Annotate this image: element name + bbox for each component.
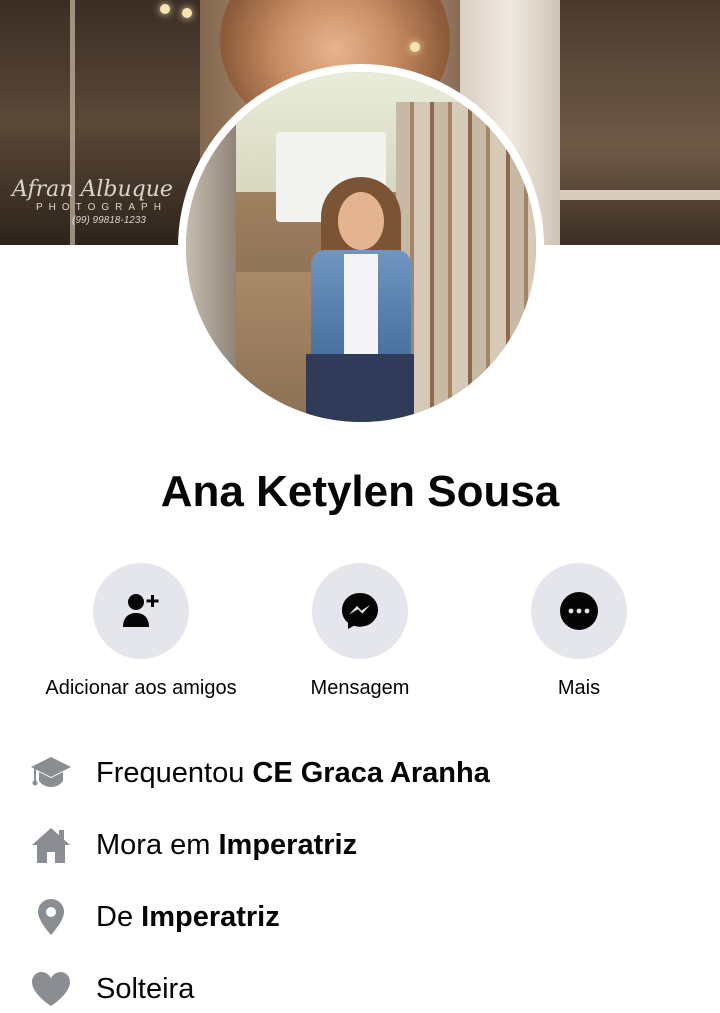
photo-jeans	[306, 354, 414, 422]
intro-relationship-text: Solteira	[96, 961, 194, 1013]
cover-light	[410, 42, 420, 52]
intro-education-text: Frequentou CE Graca Aranha	[96, 745, 490, 801]
more-icon	[560, 592, 598, 630]
profile-page: Afran Albuque PHOTOGRAPH (99) 99818-1233…	[0, 0, 720, 1013]
watermark-name: Afran Albuque	[12, 177, 173, 202]
photographer-watermark: Afran Albuque PHOTOGRAPH (99) 99818-1233	[12, 178, 202, 228]
intro-relationship-value: Solteira	[96, 973, 195, 1005]
more-button[interactable]: Mais	[459, 563, 699, 703]
add-friend-label: Adicionar aos amigos	[45, 677, 237, 699]
add-friend-button-circle[interactable]	[93, 563, 189, 659]
photo-face	[338, 192, 384, 250]
message-button[interactable]: Mensagem	[240, 563, 480, 703]
intro-from-row[interactable]: De Imperatriz	[0, 889, 720, 945]
more-label: Mais	[557, 677, 601, 699]
intro-lives-in-value[interactable]: Imperatriz	[218, 829, 357, 861]
intro-education-row[interactable]: Frequentou CE Graca Aranha	[0, 745, 720, 801]
intro-from-prefix: De	[96, 901, 142, 933]
add-friend-icon	[123, 594, 159, 627]
cover-rail	[560, 190, 720, 200]
messenger-icon	[342, 593, 378, 629]
education-icon	[30, 753, 72, 793]
intro-education-value[interactable]: CE Graca Aranha	[252, 757, 489, 789]
add-friend-button[interactable]: Adicionar aos amigos	[21, 563, 261, 703]
intro-lives-in-row[interactable]: Mora em Imperatriz	[0, 817, 720, 873]
photo-shirt	[344, 254, 378, 354]
profile-name: Ana Ketylen Sousa	[160, 467, 560, 516]
intro-education-prefix: Frequentou	[96, 757, 253, 789]
cover-light	[182, 8, 192, 18]
intro-lives-in-text: Mora em Imperatriz	[96, 817, 357, 873]
home-icon	[30, 825, 72, 865]
photo-rusty-gate	[396, 102, 536, 422]
more-button-circle[interactable]	[531, 563, 627, 659]
location-pin-icon	[30, 897, 72, 937]
watermark-subtitle: PHOTOGRAPH	[36, 202, 167, 213]
intro-relationship-row[interactable]: Solteira	[0, 961, 720, 1013]
profile-picture[interactable]	[186, 72, 536, 422]
photo-wall-left	[186, 112, 236, 422]
cover-window-right	[560, 0, 720, 245]
intro-lives-in-prefix: Mora em	[96, 829, 219, 861]
heart-icon	[30, 969, 72, 1009]
cover-light	[160, 4, 170, 14]
message-button-circle[interactable]	[312, 563, 408, 659]
message-label: Mensagem	[310, 677, 410, 699]
intro-from-text: De Imperatriz	[96, 889, 280, 945]
intro-from-value[interactable]: Imperatriz	[141, 901, 280, 933]
